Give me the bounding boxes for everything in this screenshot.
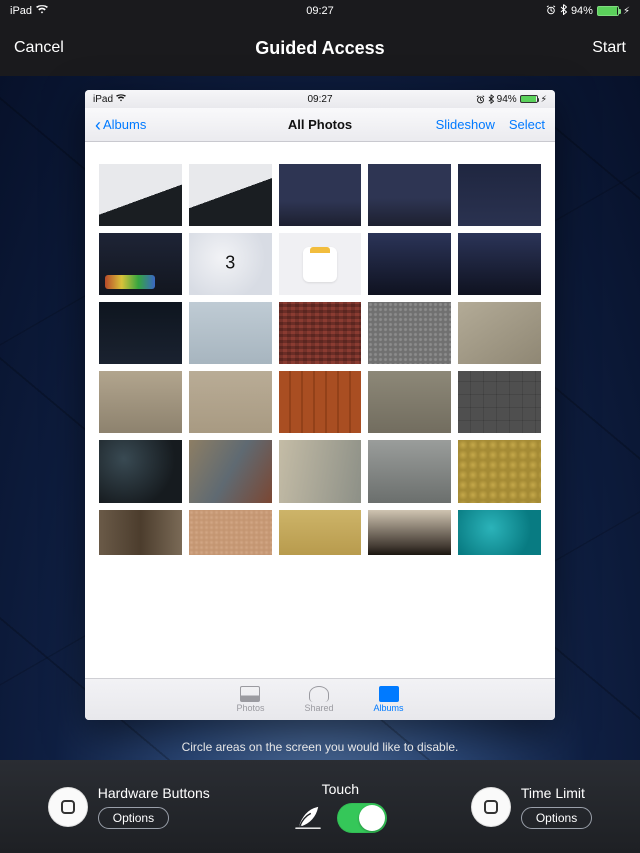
photo-thumb[interactable] <box>189 440 272 502</box>
albums-icon <box>379 686 399 702</box>
guided-access-nav: Cancel Guided Access Start <box>0 20 640 76</box>
photo-thumb[interactable] <box>99 510 182 556</box>
back-label: Albums <box>103 117 146 132</box>
battery-icon <box>520 95 538 103</box>
wifi-icon <box>116 94 126 105</box>
start-button[interactable]: Start <box>592 39 626 57</box>
photo-thumb[interactable] <box>99 302 182 364</box>
cancel-button[interactable]: Cancel <box>14 39 64 57</box>
photo-thumb[interactable] <box>99 233 182 295</box>
select-button[interactable]: Select <box>509 117 545 132</box>
tab-label: Shared <box>304 703 333 713</box>
photo-grid[interactable] <box>85 142 555 678</box>
back-button[interactable]: ‹ Albums <box>95 117 146 132</box>
photo-thumb[interactable] <box>368 302 451 364</box>
app-preview-backdrop[interactable]: iPad 09:27 94% ⚡︎ ‹ Albums All Photos Sl <box>0 76 640 760</box>
photo-thumb[interactable] <box>458 371 541 433</box>
photo-thumb[interactable] <box>368 233 451 295</box>
photo-thumb[interactable] <box>368 371 451 433</box>
touch-label: Touch <box>322 781 359 797</box>
photo-thumb[interactable] <box>189 371 272 433</box>
photo-thumb[interactable] <box>279 302 362 364</box>
stop-icon <box>484 800 498 814</box>
options-bar: Hardware Buttons Options Touch Time Limi… <box>0 760 640 853</box>
photos-icon <box>240 686 260 702</box>
charging-icon: ⚡︎ <box>541 94 547 105</box>
slideshow-button[interactable]: Slideshow <box>436 117 495 132</box>
photo-thumb[interactable] <box>368 510 451 556</box>
photo-thumb[interactable] <box>279 371 362 433</box>
tab-label: Photos <box>236 703 264 713</box>
tab-albums[interactable]: Albums <box>374 686 404 713</box>
battery-pct: 94% <box>571 5 593 17</box>
photo-thumb[interactable] <box>189 233 272 295</box>
photo-thumb[interactable] <box>458 510 541 556</box>
charging-icon: ⚡︎ <box>623 6 630 17</box>
hardware-buttons-label: Hardware Buttons <box>98 785 210 801</box>
photo-thumb[interactable] <box>458 233 541 295</box>
photo-thumb[interactable] <box>99 440 182 502</box>
tab-photos[interactable]: Photos <box>236 686 264 713</box>
hardware-buttons-group: Hardware Buttons Options <box>48 785 210 829</box>
photo-thumb[interactable] <box>279 510 362 556</box>
device-label: iPad <box>10 5 32 17</box>
touch-group: Touch <box>293 781 387 833</box>
bluetooth-icon <box>488 94 494 104</box>
photo-thumb[interactable] <box>189 510 272 556</box>
photo-thumb[interactable] <box>279 164 362 226</box>
stop-icon <box>61 800 75 814</box>
photo-thumb[interactable] <box>99 371 182 433</box>
time-limit-group: Time Limit Options <box>471 785 592 829</box>
wifi-icon <box>36 5 48 17</box>
preview-tabbar: Photos Shared Albums <box>85 678 555 720</box>
status-bar: iPad 09:27 94% ⚡︎ <box>0 0 640 20</box>
photo-thumb[interactable] <box>458 302 541 364</box>
alarm-icon <box>546 5 556 18</box>
preview-title: All Photos <box>288 117 352 132</box>
alarm-icon <box>476 95 485 104</box>
photo-thumb[interactable] <box>368 164 451 226</box>
photo-thumb[interactable] <box>368 440 451 502</box>
time-limit-label: Time Limit <box>521 785 585 801</box>
preview-status-bar: iPad 09:27 94% ⚡︎ <box>85 90 555 108</box>
tab-label: Albums <box>374 703 404 713</box>
photo-thumb[interactable] <box>458 164 541 226</box>
photo-thumb[interactable] <box>189 302 272 364</box>
time-limit-toggle[interactable] <box>471 787 511 827</box>
hardware-buttons-toggle[interactable] <box>48 787 88 827</box>
photo-thumb[interactable] <box>279 233 362 295</box>
photo-thumb[interactable] <box>458 440 541 502</box>
preview-nav: ‹ Albums All Photos Slideshow Select <box>85 108 555 142</box>
photo-thumb[interactable] <box>189 164 272 226</box>
battery-icon <box>597 6 619 16</box>
app-preview[interactable]: iPad 09:27 94% ⚡︎ ‹ Albums All Photos Sl <box>85 90 555 720</box>
tab-shared[interactable]: Shared <box>304 686 333 713</box>
hardware-options-button[interactable]: Options <box>98 807 169 829</box>
cloud-icon <box>309 686 329 702</box>
instruction-text: Circle areas on the screen you would lik… <box>0 740 640 754</box>
quill-icon <box>293 805 323 831</box>
photo-thumb[interactable] <box>279 440 362 502</box>
touch-switch[interactable] <box>337 803 387 833</box>
page-title: Guided Access <box>255 38 384 59</box>
bluetooth-icon <box>560 4 567 18</box>
preview-device: iPad <box>93 94 113 105</box>
preview-battery-pct: 94% <box>497 94 517 105</box>
time-limit-options-button[interactable]: Options <box>521 807 592 829</box>
photo-thumb[interactable] <box>99 164 182 226</box>
preview-clock: 09:27 <box>307 94 332 105</box>
clock: 09:27 <box>306 5 334 17</box>
